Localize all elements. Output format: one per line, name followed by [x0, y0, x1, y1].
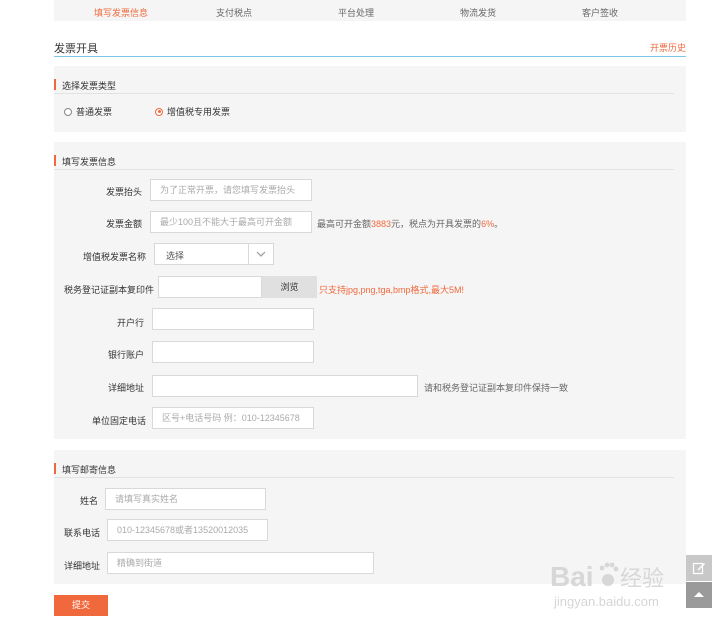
mailing-address-input[interactable]: 精确到街道: [107, 552, 374, 574]
section-header: 选择发票类型: [54, 76, 674, 94]
baidu-jingyan-watermark: Bai 经验 jingyan.baidu.com: [550, 561, 664, 609]
step-pay-tax[interactable]: 支付税点: [216, 6, 252, 19]
section-title: 填写邮寄信息: [62, 465, 117, 475]
bank-input[interactable]: [152, 308, 314, 330]
invoice-amount-label: 发票金额: [105, 219, 142, 229]
invoice-info-panel: 填写发票信息 发票抬头 为了正常开票，请您填写发票抬头 发票金额 最少100且不…: [54, 142, 686, 439]
svg-text:Bai: Bai: [550, 561, 594, 592]
edit-feedback-button[interactable]: [686, 555, 712, 581]
invoice-title-label: 发票抬头: [105, 187, 142, 197]
bank-account-label: 银行账户: [107, 350, 144, 360]
section-header: 填写邮寄信息: [54, 460, 674, 478]
bank-account-input[interactable]: [152, 341, 314, 363]
progress-steps: 填写发票信息 支付税点 平台处理 物流发货 客户签收: [54, 0, 686, 21]
back-to-top-button[interactable]: [686, 582, 712, 608]
section-header: 填写发票信息: [54, 152, 674, 170]
step-platform-process[interactable]: 平台处理: [338, 6, 374, 19]
section-accent-bar: [54, 463, 56, 474]
name-input[interactable]: 请填写真实姓名: [105, 488, 266, 510]
section-accent-bar: [54, 155, 56, 166]
amount-hint: 最高可开金额3883元，税点为开具发票的6%。: [317, 219, 504, 229]
max-amount: 3883: [371, 219, 392, 229]
invoice-amount-input[interactable]: 最少100且不能大于最高可开金额: [150, 211, 312, 233]
contact-phone-input[interactable]: 010-12345678或者13520012035: [107, 519, 268, 541]
step-logistics[interactable]: 物流发货: [460, 6, 496, 19]
bank-label: 开户行: [116, 318, 144, 328]
radio-normal-invoice[interactable]: 普通发票: [64, 105, 112, 118]
submit-button[interactable]: 提交: [54, 595, 108, 616]
contact-phone-label: 联系电话: [63, 528, 100, 538]
company-phone-input[interactable]: 区号+电话号码 例：010-12345678: [152, 407, 314, 429]
section-title: 填写发票信息: [62, 157, 117, 167]
svg-text:经验: 经验: [620, 567, 664, 592]
page-title: 发票开具: [54, 43, 98, 55]
address-label: 详细地址: [107, 383, 144, 393]
step-fill-invoice[interactable]: 填写发票信息: [94, 6, 148, 19]
radio-label: 普通发票: [76, 107, 113, 117]
chevron-down-icon: [256, 251, 266, 257]
edit-icon: [692, 562, 705, 575]
section-title: 选择发票类型: [62, 81, 117, 91]
title-divider: [54, 56, 686, 57]
browse-button[interactable]: 浏览: [262, 276, 317, 298]
address-hint: 请和税务登记证副本复印件保持一致: [424, 383, 569, 393]
tax-rate: 6%: [481, 219, 495, 229]
file-format-warning: 只支持jpg,png,tga,bmp格式,最大5M!: [319, 285, 465, 295]
invoice-title-input[interactable]: 为了正常开票，请您填写发票抬头: [150, 179, 312, 201]
tax-cert-file-input[interactable]: [158, 276, 262, 298]
mailing-address-label: 详细地址: [63, 561, 100, 571]
select-value: 选择: [166, 251, 185, 261]
invoice-type-panel: 选择发票类型 普通发票 增值税专用发票: [54, 66, 686, 132]
svg-text:jingyan.baidu.com: jingyan.baidu.com: [553, 594, 659, 609]
vat-name-label: 增值税发票名称: [82, 252, 146, 262]
tax-cert-label: 税务登记证副本复印件: [64, 285, 155, 295]
name-label: 姓名: [79, 496, 98, 506]
radio-checked-icon: [155, 107, 163, 116]
section-accent-bar: [54, 79, 56, 90]
address-input[interactable]: [152, 375, 418, 397]
vat-name-select[interactable]: 选择: [154, 243, 274, 265]
radio-vat-invoice[interactable]: 增值税专用发票: [155, 105, 230, 118]
step-customer-sign[interactable]: 客户签收: [582, 6, 618, 19]
invoice-history-link[interactable]: 开票历史: [650, 41, 686, 54]
radio-circle-icon: [64, 107, 72, 116]
select-divider: [248, 244, 249, 264]
company-phone-label: 单位固定电话: [91, 416, 146, 426]
radio-label: 增值税专用发票: [167, 107, 231, 117]
arrow-up-icon: [694, 592, 704, 597]
